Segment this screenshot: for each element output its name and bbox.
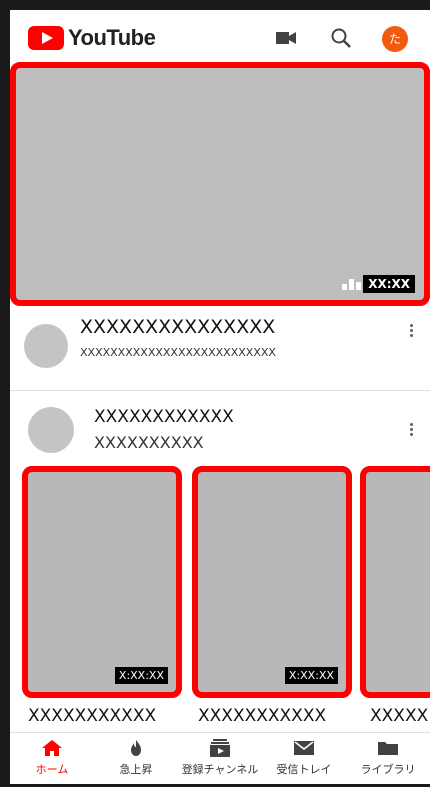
shelf-video-thumbnail[interactable]: X:XX:XX [22, 466, 182, 698]
mail-icon [294, 741, 314, 755]
nav-home-label: ホーム [35, 763, 69, 776]
nav-home[interactable]: ホーム [10, 739, 94, 777]
subscriptions-icon [210, 739, 230, 757]
nav-trending-label: 急上昇 [119, 763, 153, 776]
nav-subscriptions[interactable]: 登録チャンネル [178, 739, 262, 777]
nav-subscriptions-label: 登録チャンネル [181, 763, 259, 776]
search-icon[interactable] [330, 27, 352, 49]
video-duration-badge: X:XX:XX [284, 667, 338, 684]
channel-avatar[interactable] [24, 324, 68, 368]
youtube-logo-icon[interactable] [28, 26, 64, 50]
screen: YouTube た XX:XX XXXXXXXXXXXXXXX XXXXXXXX… [0, 0, 430, 787]
shelf-title[interactable]: XXXXXXXXXXXX [94, 407, 234, 427]
home-icon [42, 740, 62, 756]
bottom-navigation: ホーム 急上昇 登録チャンネル 受信トレイ ライブラリ [10, 732, 430, 785]
fire-icon [131, 740, 141, 756]
app-header: YouTube た [10, 10, 430, 66]
more-options-icon[interactable] [410, 322, 414, 339]
nav-inbox[interactable]: 受信トレイ [262, 739, 346, 777]
video-title[interactable]: XXXXXXXXXXXXXXX [80, 316, 275, 338]
more-options-icon[interactable] [410, 421, 414, 438]
shelf-video-thumbnail[interactable] [360, 466, 430, 698]
shelf-video-title[interactable]: XXXXXXXXXXX [198, 706, 326, 726]
shelf-video-thumbnail[interactable]: X:XX:XX [192, 466, 352, 698]
video-duration-badge: XX:XX [363, 275, 415, 293]
shelf-video-title[interactable]: XXXXXXXXXXX [28, 706, 156, 726]
frame-left-border [0, 0, 10, 787]
feed-item[interactable]: XXXXXXXXXXXXXXX XXXXXXXXXXXXXXXXXXXXXXXX… [10, 306, 430, 391]
channel-avatar[interactable] [28, 407, 74, 453]
hero-video-thumbnail[interactable]: XX:XX [10, 62, 430, 306]
feed-item[interactable]: XXXXXXXXXXXX XXXXXXXXXX [10, 391, 430, 465]
folder-icon [378, 742, 398, 755]
shelf-subtitle: XXXXXXXXXX [94, 433, 204, 452]
shelf-video-title[interactable]: XXXXX [370, 706, 428, 726]
nav-library[interactable]: ライブラリ [346, 739, 430, 777]
frame-top-border [0, 0, 430, 10]
account-avatar[interactable]: た [382, 26, 408, 52]
video-camera-icon[interactable] [276, 30, 296, 46]
video-duration-badge: X:XX:XX [114, 667, 168, 684]
nav-inbox-label: 受信トレイ [276, 763, 332, 776]
nav-library-label: ライブラリ [360, 763, 416, 776]
nav-trending[interactable]: 急上昇 [94, 739, 178, 777]
youtube-wordmark[interactable]: YouTube [68, 25, 156, 51]
video-subtitle: XXXXXXXXXXXXXXXXXXXXXXXXXX [80, 346, 276, 359]
